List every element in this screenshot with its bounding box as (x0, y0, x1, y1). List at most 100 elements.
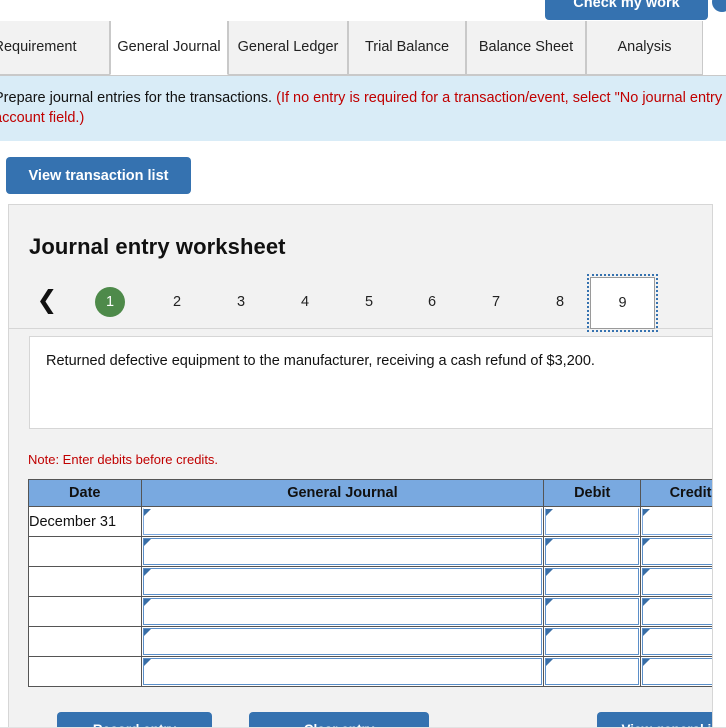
worksheet-page-4[interactable]: 4 (287, 286, 323, 318)
worksheet-pager: ❮ 1 23456789 (9, 274, 712, 332)
journal-entry-page: Check my work Requirement General Journal… (0, 0, 726, 728)
cell-general-journal[interactable] (140, 626, 545, 657)
tab-general-journal[interactable]: General Journal (110, 21, 228, 75)
cell-general-journal[interactable] (140, 506, 545, 537)
cell-input[interactable] (642, 568, 712, 595)
tab-general-ledger[interactable]: General Ledger (228, 21, 348, 75)
journal-entry-worksheet-panel: Journal entry worksheet ❮ 1 23456789 Retu… (8, 204, 713, 706)
cell-debit[interactable] (543, 596, 642, 627)
cell-input[interactable] (142, 658, 543, 685)
transaction-description-text: Returned defective equipment to the manu… (46, 353, 595, 369)
cell-general-journal[interactable] (140, 536, 545, 567)
cell-date[interactable]: December 31 (28, 506, 142, 537)
cell-input[interactable] (642, 508, 712, 535)
tab-requirement[interactable]: Requirement (0, 21, 110, 75)
worksheet-page-5[interactable]: 5 (351, 286, 387, 318)
dropdown-corner-icon (143, 629, 151, 636)
cell-input[interactable] (642, 628, 712, 655)
cell-date[interactable] (28, 626, 142, 657)
dropdown-corner-icon (643, 509, 651, 516)
clear-entry-button[interactable]: Clear entry (249, 712, 429, 728)
cell-input[interactable] (545, 538, 640, 565)
cell-input[interactable] (545, 598, 640, 625)
cell-input[interactable] (545, 658, 640, 685)
dropdown-corner-icon (546, 569, 554, 576)
instruction-lead: Prepare journal entries for the transact… (0, 90, 273, 106)
cell-input[interactable] (545, 508, 640, 535)
table-row (28, 596, 712, 627)
tab-analysis[interactable]: Analysis (586, 21, 703, 75)
cell-input[interactable] (142, 568, 543, 595)
check-my-work-caret[interactable] (712, 0, 726, 12)
cell-credit[interactable] (640, 626, 712, 657)
cell-credit[interactable] (640, 536, 712, 567)
tab-bar: Requirement General Journal General Ledger… (0, 21, 726, 76)
dropdown-corner-icon (643, 599, 651, 606)
table-row (28, 536, 712, 567)
table-header-row: Date General Journal Debit Credit (28, 479, 712, 507)
chevron-left-icon[interactable]: ❮ (33, 285, 61, 317)
view-general-journal-button[interactable]: View general journal (597, 712, 712, 728)
worksheet-page-6[interactable]: 6 (414, 286, 450, 318)
cell-input[interactable] (545, 568, 640, 595)
cell-input[interactable] (142, 508, 543, 535)
cell-input[interactable] (642, 658, 712, 685)
instruction-banner: Prepare journal entries for the transact… (0, 76, 726, 141)
view-transaction-list-button[interactable]: View transaction list (6, 157, 191, 194)
worksheet-page-1[interactable]: 1 (95, 287, 125, 317)
table-row: December 31 (28, 506, 712, 537)
worksheet-page-2[interactable]: 2 (159, 286, 195, 318)
cell-credit[interactable] (640, 656, 712, 687)
worksheet-page-7[interactable]: 7 (478, 286, 514, 318)
dropdown-corner-icon (143, 599, 151, 606)
cell-date[interactable] (28, 536, 142, 567)
table-row (28, 626, 712, 657)
cell-date[interactable] (28, 656, 142, 687)
cell-debit[interactable] (543, 506, 642, 537)
dropdown-corner-icon (143, 659, 151, 666)
column-header-debit: Debit (543, 479, 642, 507)
dropdown-corner-icon (643, 569, 651, 576)
check-my-work-button[interactable]: Check my work (545, 0, 708, 20)
cell-credit[interactable] (640, 506, 712, 537)
column-header-credit: Credit (640, 479, 712, 507)
cell-credit[interactable] (640, 566, 712, 597)
dropdown-corner-icon (546, 629, 554, 636)
dropdown-corner-icon (546, 599, 554, 606)
worksheet-title: Journal entry worksheet (29, 234, 286, 259)
cell-credit[interactable] (640, 596, 712, 627)
table-row (28, 566, 712, 597)
tab-balance-sheet[interactable]: Balance Sheet (466, 21, 586, 75)
cell-date[interactable] (28, 596, 142, 627)
journal-entry-table: Date General Journal Debit Credit Decemb… (28, 479, 712, 687)
dropdown-corner-icon (643, 659, 651, 666)
cell-debit[interactable] (543, 626, 642, 657)
worksheet-page-3[interactable]: 3 (223, 286, 259, 318)
cell-input[interactable] (142, 628, 543, 655)
tab-trial-balance[interactable]: Trial Balance (348, 21, 466, 75)
worksheet-page-8[interactable]: 8 (542, 286, 578, 318)
dropdown-corner-icon (643, 629, 651, 636)
cell-input[interactable] (642, 598, 712, 625)
dropdown-corner-icon (546, 509, 554, 516)
dropdown-corner-icon (143, 539, 151, 546)
dropdown-corner-icon (143, 509, 151, 516)
cell-input[interactable] (642, 538, 712, 565)
worksheet-page-9[interactable]: 9 (587, 274, 658, 332)
table-row (28, 656, 712, 687)
column-header-date: Date (28, 479, 142, 507)
cell-general-journal[interactable] (140, 596, 545, 627)
cell-input[interactable] (545, 628, 640, 655)
column-header-general-journal: General Journal (140, 479, 545, 507)
cell-general-journal[interactable] (140, 656, 545, 687)
dropdown-corner-icon (546, 659, 554, 666)
cell-debit[interactable] (543, 536, 642, 567)
cell-input[interactable] (142, 598, 543, 625)
worksheet-action-bar: Record entry Clear entry View general jour… (8, 706, 713, 728)
cell-input[interactable] (142, 538, 543, 565)
cell-date[interactable] (28, 566, 142, 597)
cell-debit[interactable] (543, 656, 642, 687)
record-entry-button[interactable]: Record entry (57, 712, 212, 728)
cell-debit[interactable] (543, 566, 642, 597)
cell-general-journal[interactable] (140, 566, 545, 597)
